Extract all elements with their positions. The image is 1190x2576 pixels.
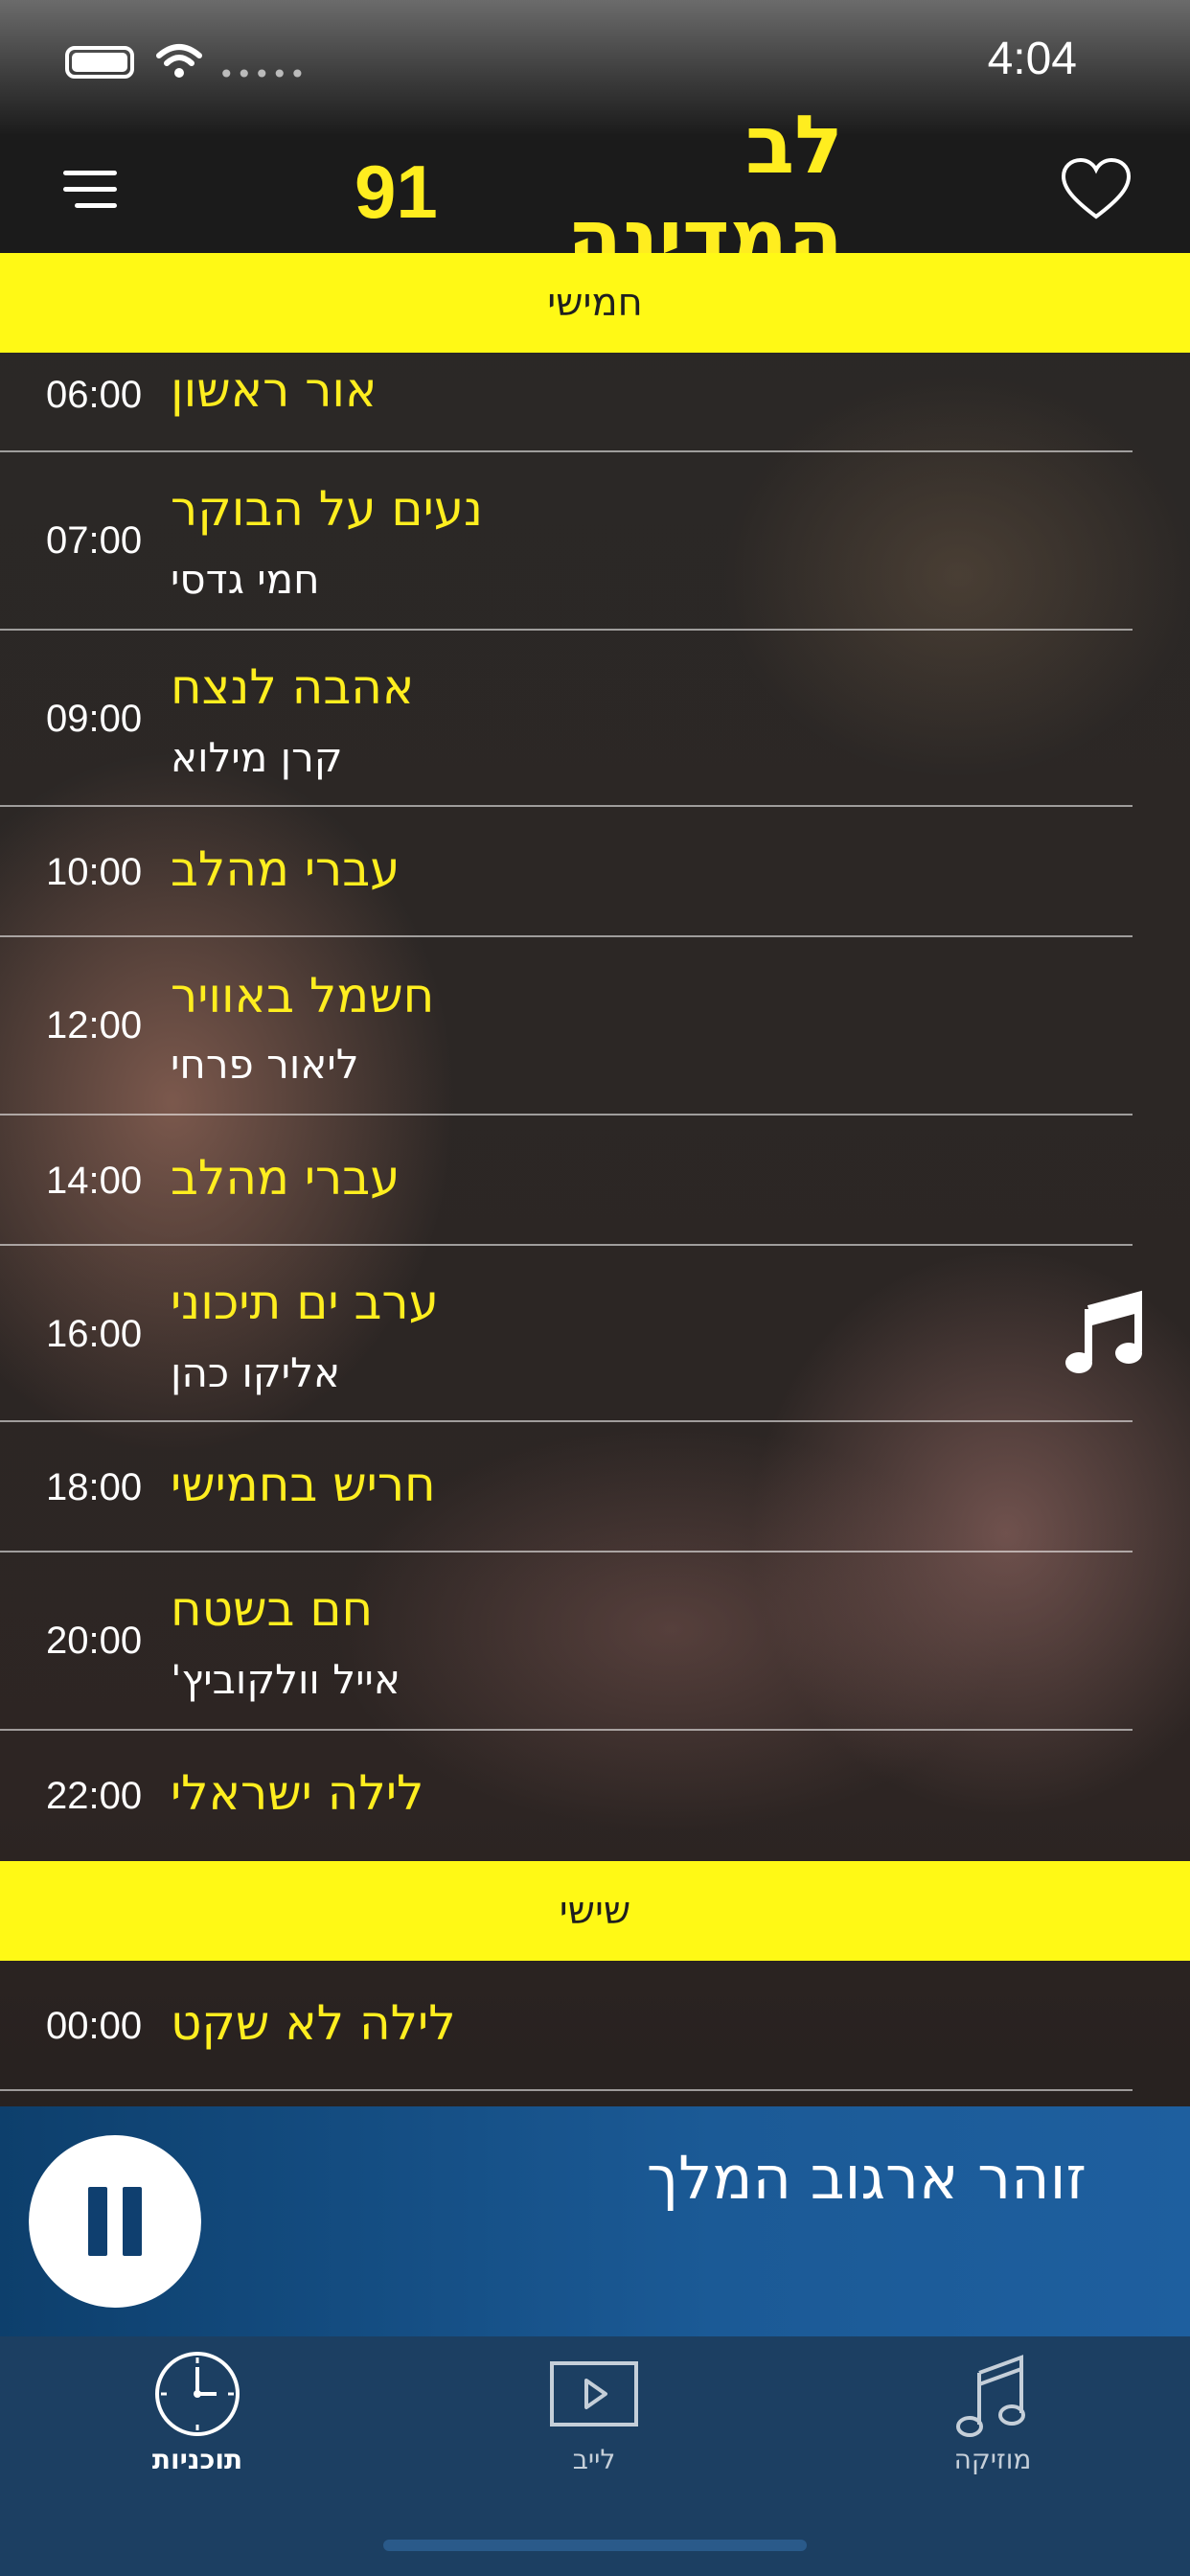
tab-programs[interactable]: תוכניות bbox=[82, 2346, 312, 2480]
menu-icon-bar bbox=[63, 187, 117, 192]
menu-icon[interactable] bbox=[63, 171, 117, 209]
tab-label: מוזיקה bbox=[953, 2444, 1032, 2475]
day-header-friday: שישי bbox=[0, 1861, 1190, 1961]
show-time: 12:00 bbox=[46, 1004, 143, 1046]
show-time: 14:00 bbox=[46, 1160, 143, 1202]
pause-button[interactable] bbox=[29, 2135, 201, 2308]
schedule-row[interactable]: 09:00 אהבה לנצח קרן מילוא bbox=[0, 631, 1190, 807]
show-title: אהבה לנצח bbox=[171, 659, 415, 715]
schedule-row[interactable]: 12:00 חשמל באוויר ליאור פרחי bbox=[0, 937, 1190, 1116]
show-title: לילה ישראלי bbox=[171, 1765, 424, 1821]
show-time: 18:00 bbox=[46, 1466, 143, 1508]
schedule-row[interactable]: 18:00 חריש בחמישי bbox=[0, 1422, 1190, 1552]
show-title: חשמל באוויר bbox=[171, 968, 435, 1024]
battery-icon bbox=[65, 46, 134, 79]
schedule-row[interactable]: 00:00 לילה לא שקט bbox=[0, 1961, 1190, 2091]
show-host: אייל וולקוביץ' bbox=[171, 1656, 400, 1703]
show-title: ערב ים תיכוני bbox=[171, 1275, 439, 1330]
show-title: אור ראשון bbox=[171, 362, 378, 418]
schedule-row[interactable]: 10:00 עברי מהלב bbox=[0, 807, 1190, 937]
schedule-row[interactable]: 14:00 עברי מהלב bbox=[0, 1116, 1190, 1246]
show-time: 00:00 bbox=[46, 2005, 143, 2047]
schedule-row[interactable]: 06:00 אור ראשון bbox=[0, 353, 1190, 452]
home-indicator bbox=[383, 2540, 807, 2551]
schedule-row[interactable]: 07:00 נעים על הבוקר חמי גדסי bbox=[0, 452, 1190, 631]
signal-dots-icon: ••••• bbox=[218, 58, 308, 90]
now-playing-title: זוהר ארגוב המלך bbox=[646, 2143, 1087, 2213]
show-host: אליקו כהן bbox=[171, 1349, 341, 1396]
show-time: 20:00 bbox=[46, 1620, 143, 1662]
pause-icon-bar bbox=[123, 2187, 142, 2256]
day-header-thursday: חמישי bbox=[0, 253, 1190, 353]
video-play-icon bbox=[550, 2361, 638, 2426]
wifi-icon bbox=[156, 44, 202, 78]
schedule-row[interactable]: 20:00 חם בשטח אייל וולקוביץ' bbox=[0, 1552, 1190, 1731]
tab-music[interactable]: מוזיקה bbox=[878, 2346, 1108, 2480]
show-time: 22:00 bbox=[46, 1775, 143, 1817]
show-title: עברי מהלב bbox=[171, 841, 400, 897]
menu-icon-bar bbox=[63, 171, 117, 175]
logo-number: 91 bbox=[355, 149, 438, 234]
show-title: לילה לא שקט bbox=[171, 1995, 456, 2051]
schedule-row[interactable]: 22:00 לילה ישראלי bbox=[0, 1731, 1190, 1861]
show-title: עברי מהלב bbox=[171, 1150, 400, 1206]
music-note-icon bbox=[956, 2355, 1025, 2437]
show-time: 10:00 bbox=[46, 851, 143, 893]
show-time: 06:00 bbox=[46, 374, 143, 416]
pause-icon-bar bbox=[88, 2187, 107, 2256]
show-time: 16:00 bbox=[46, 1313, 143, 1355]
show-host: ליאור פרחי bbox=[171, 1041, 359, 1088]
show-time: 07:00 bbox=[46, 519, 143, 562]
tab-label: תוכניות bbox=[151, 2444, 243, 2475]
clock-icon bbox=[155, 2352, 240, 2436]
show-host: חמי גדסי bbox=[171, 556, 320, 603]
status-time: 4:04 bbox=[987, 34, 1077, 84]
favorite-heart-icon[interactable] bbox=[1060, 157, 1133, 220]
tab-label: לייב bbox=[572, 2444, 616, 2475]
station-logo: לב המדינה 91 bbox=[355, 98, 843, 286]
row-divider bbox=[0, 2089, 1133, 2091]
show-title: חם בשטח bbox=[171, 1581, 374, 1637]
show-title: נעים על הבוקר bbox=[171, 481, 484, 537]
show-title: חריש בחמישי bbox=[171, 1457, 436, 1512]
tab-live[interactable]: לייב bbox=[479, 2346, 709, 2480]
now-playing-music-icon bbox=[1065, 1290, 1142, 1373]
menu-icon-bar bbox=[75, 203, 117, 208]
schedule-row-playing[interactable]: 16:00 ערב ים תיכוני אליקו כהן bbox=[0, 1246, 1190, 1422]
show-host: קרן מילוא bbox=[171, 734, 343, 781]
show-time: 09:00 bbox=[46, 698, 143, 740]
